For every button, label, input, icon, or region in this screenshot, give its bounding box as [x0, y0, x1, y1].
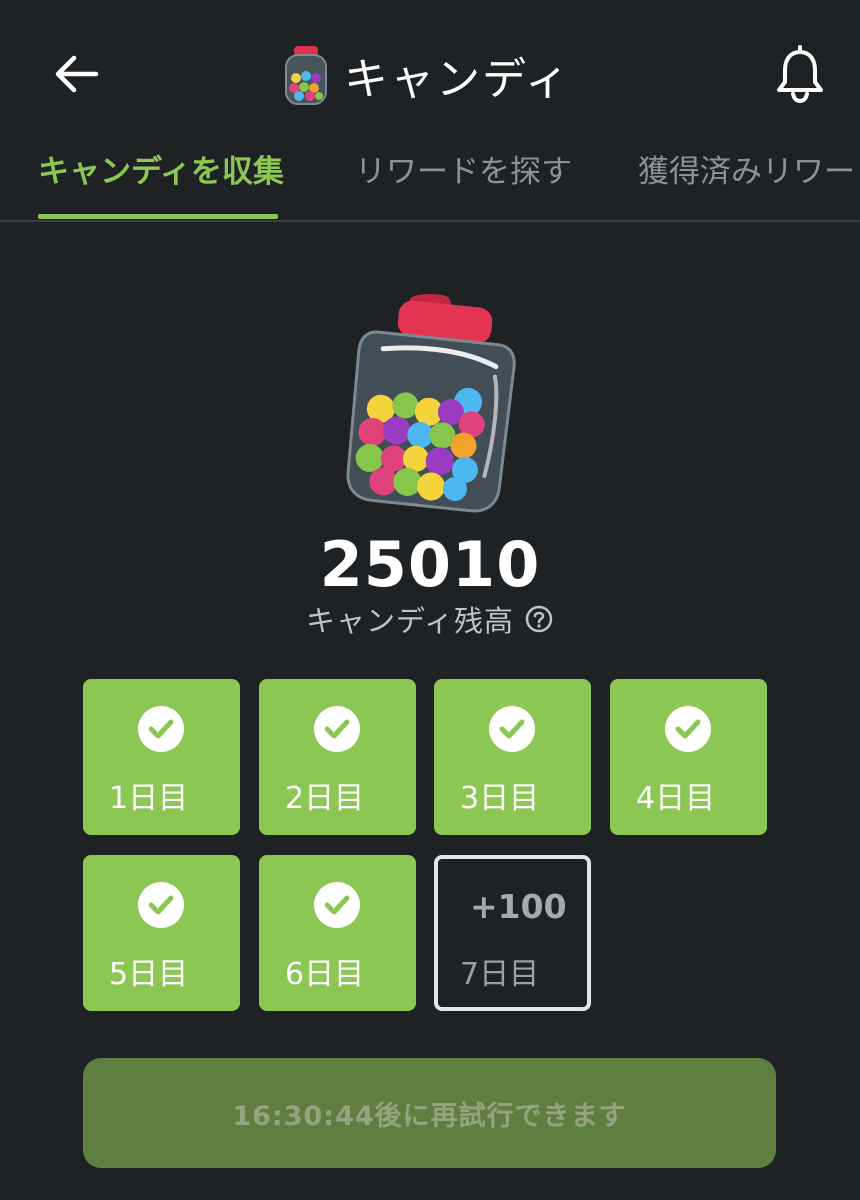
question-circle-icon[interactable] — [524, 604, 554, 634]
day-card-7: +100 7日目 — [434, 855, 591, 1011]
day-label: 1日目 — [109, 781, 189, 816]
candy-jar-illustration — [346, 294, 516, 513]
day-card-4: 4日目 — [610, 679, 767, 835]
active-tab-indicator — [38, 214, 278, 219]
app-header: キャンディ — [0, 0, 860, 140]
candy-jar-icon — [285, 46, 327, 105]
day-label: 6日目 — [285, 957, 365, 992]
check-circle-icon — [314, 882, 360, 928]
day-card-3: 3日目 — [434, 679, 591, 835]
candy-balance-label: キャンディ残高 — [306, 604, 514, 638]
tab-bar: キャンディを収集 リワードを探す 獲得済みリワード — [0, 140, 860, 222]
candy-screen: キャンディ キャンディを収集 リワードを探す 獲得済みリワード — [0, 0, 860, 1200]
day-card-1: 1日目 — [83, 679, 240, 835]
day-label: 4日目 — [636, 781, 716, 816]
day-label: 7日目 — [460, 957, 540, 992]
tab-earned-rewards[interactable]: 獲得済みリワード — [638, 146, 860, 202]
tab-find-rewards[interactable]: リワードを探す — [355, 146, 572, 202]
day-card-6: 6日目 — [259, 855, 416, 1011]
check-circle-icon — [314, 706, 360, 752]
bell-icon — [777, 45, 823, 104]
day-label: 5日目 — [109, 957, 189, 992]
page-title: キャンディ — [344, 54, 571, 105]
tab-collect-candy[interactable]: キャンディを収集 — [38, 146, 284, 202]
day-card-5: 5日目 — [83, 855, 240, 1011]
day-card-2: 2日目 — [259, 679, 416, 835]
back-button[interactable] — [48, 44, 108, 104]
check-circle-icon — [138, 706, 184, 752]
notifications-button[interactable] — [772, 44, 828, 104]
day-label: 2日目 — [285, 781, 365, 816]
candy-balance-caption: キャンディ残高 — [0, 598, 860, 640]
check-circle-icon — [138, 882, 184, 928]
candy-balance-value: 25010 — [319, 528, 541, 601]
check-circle-icon — [489, 706, 535, 752]
day-reward-amount: +100 — [470, 887, 567, 926]
arrow-left-icon — [55, 55, 99, 93]
day-label: 3日目 — [460, 781, 540, 816]
retry-button[interactable]: 16:30:44後に再試行できます — [83, 1058, 776, 1168]
check-circle-icon — [665, 706, 711, 752]
page-title-group: キャンディ — [282, 40, 571, 110]
